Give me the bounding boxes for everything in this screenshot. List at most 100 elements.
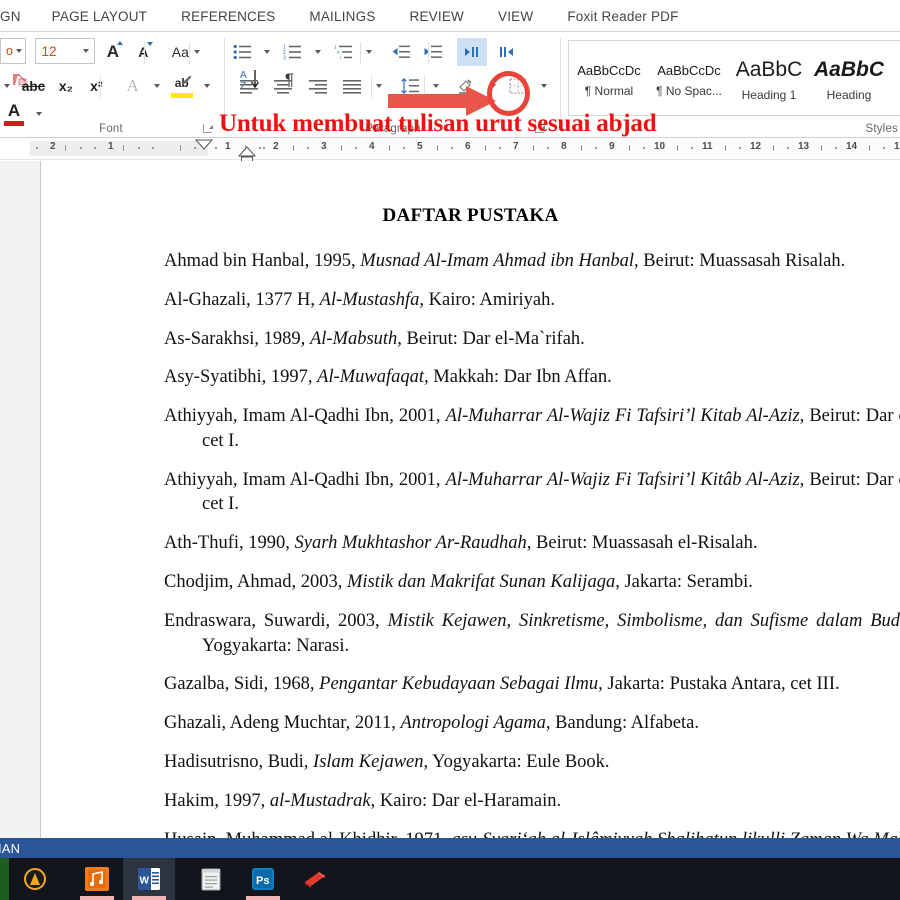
entry-title-italic: Mistik dan Makrifat Sunan Kalijaga,: [346, 572, 620, 593]
chevron-down-icon: [83, 49, 90, 53]
document-page[interactable]: DAFTAR PUSTAKA Ahmad bin Hanbal, 1995, M…: [40, 161, 900, 838]
highlight-color-swatch: [170, 93, 193, 98]
bibliography-entry: Gazalba, Sidi, 1968, Pengantar Kebudayaa…: [164, 672, 900, 697]
word-icon: W: [138, 868, 160, 890]
left-to-right-button[interactable]: [456, 38, 487, 66]
svg-text:i: i: [340, 55, 341, 60]
align-left-button[interactable]: [234, 72, 264, 100]
font-group-label: Font: [99, 123, 123, 135]
increase-indent-button[interactable]: [419, 38, 447, 66]
font-group: o 12 A A Aa: [0, 32, 222, 138]
tab-references[interactable]: REFERENCES: [164, 9, 292, 31]
font-name-combo[interactable]: o: [0, 38, 26, 64]
borders-dropdown[interactable]: [537, 72, 551, 100]
justify-dropdown[interactable]: [372, 72, 386, 100]
entry-title-italic: Al-Muwafaqat,: [317, 367, 429, 388]
chevron-down-icon: [4, 84, 10, 88]
change-case-button[interactable]: Aa: [167, 38, 205, 66]
taskbar-item-word[interactable]: W: [123, 858, 175, 900]
strikethrough-button[interactable]: abc: [18, 72, 48, 100]
decrease-indent-icon: [392, 45, 410, 58]
svg-text:Ps: Ps: [256, 875, 269, 887]
chevron-down-icon: [366, 50, 373, 54]
font-dialog-launcher[interactable]: [203, 124, 213, 133]
ruler-tick-8: 8: [561, 141, 567, 152]
media-player-icon: [85, 867, 109, 891]
tab-review[interactable]: REVIEW: [393, 9, 481, 31]
subscript-label: x₂: [58, 78, 73, 94]
bibliography-entry: Athiyyah, Imam Al-Qadhi Ibn, 2001, Al-Mu…: [164, 468, 900, 518]
entry-text: , Beirut: Muassasah Risalah.: [634, 251, 846, 271]
tab-foxit-reader-pdf[interactable]: Foxit Reader PDF: [550, 9, 695, 31]
ruler-text-area: [208, 141, 900, 156]
entry-text: As-Sarakhsi, 1989,: [164, 328, 310, 349]
taskbar-item-photoshop[interactable]: Ps: [237, 858, 289, 900]
taskbar-item-avast[interactable]: [9, 858, 61, 900]
text-effects-dropdown[interactable]: [150, 72, 163, 100]
numbering-icon: 1 2 3: [283, 44, 302, 60]
entry-text: Makkah: Dar Ibn Affan.: [428, 367, 612, 388]
taskbar-item-notepad[interactable]: [185, 858, 237, 900]
taskbar-item-media-player[interactable]: [71, 858, 123, 900]
numbering-dropdown[interactable]: [311, 38, 325, 66]
ruler-tick-7: 7: [513, 141, 519, 152]
entry-title-italic: Musnad Al-Imam Ahmad ibn Hanbal: [360, 251, 635, 271]
divider: [360, 42, 361, 64]
divider: [428, 42, 429, 64]
entry-title-italic: Mistik Kejawen, Sinkretisme, Simbolisme,…: [387, 610, 900, 631]
notepad-icon: [201, 868, 221, 891]
tab-design[interactable]: GN: [0, 9, 35, 31]
bibliography-entry: Chodjim, Ahmad, 2003, Mistik dan Makrifa…: [164, 570, 900, 595]
align-left-icon: [240, 79, 258, 94]
right-to-left-button[interactable]: [491, 38, 521, 66]
svg-text:3: 3: [283, 55, 286, 60]
align-right-button[interactable]: [303, 72, 333, 100]
align-center-button[interactable]: [268, 72, 298, 100]
pen-icon: [181, 75, 192, 85]
document-area[interactable]: DAFTAR PUSTAKA Ahmad bin Hanbal, 1995, M…: [0, 161, 900, 838]
entry-title-italic: asy-Syari‘ah al-Islâmiyyah Shalihatun li…: [452, 830, 900, 839]
ruler-tick-1: 1: [225, 141, 231, 152]
ruler-tick-9: 9: [609, 141, 615, 152]
first-line-indent-marker[interactable]: [195, 139, 213, 150]
tab-view[interactable]: VIEW: [481, 9, 550, 31]
tab-mailings[interactable]: MAILINGS: [292, 9, 392, 31]
ruler-tick-2l: 2: [50, 141, 56, 152]
text-effects-button[interactable]: A: [120, 72, 146, 100]
entry-text: Ath-Thufi, 1990,: [164, 533, 295, 554]
entry-title-italic: Pengantar Kebudayaan Sebagai Ilmu,: [319, 674, 603, 695]
photoshop-icon: Ps: [252, 868, 274, 890]
taskbar-item-pdf-reader[interactable]: [289, 858, 341, 900]
change-case-label: Aa: [171, 44, 189, 60]
bibliography-entry: Ahmad bin Hanbal, 1995, Musnad Al-Imam A…: [164, 249, 900, 274]
align-right-icon: [308, 79, 327, 94]
chevron-down-icon: [264, 50, 271, 54]
multilevel-list-dropdown[interactable]: [362, 38, 376, 66]
ruler-tick-10: 10: [654, 141, 666, 152]
ruler-tick-2: 2: [273, 141, 279, 152]
bullets-button[interactable]: [228, 38, 256, 66]
bibliography-entry: Endraswara, Suwardi, 2003, Mistik Kejawe…: [164, 609, 900, 659]
superscript-button[interactable]: x²: [83, 72, 109, 100]
font-size-combo[interactable]: 12: [35, 38, 96, 64]
taskbar: W Ps: [0, 858, 900, 900]
tab-page-layout[interactable]: PAGE LAYOUT: [35, 9, 164, 31]
entry-text: Al-Ghazali, 1377 H,: [164, 289, 320, 310]
highlight-dropdown[interactable]: [200, 72, 213, 100]
decrease-indent-button[interactable]: [387, 38, 415, 66]
bullets-dropdown[interactable]: [260, 38, 274, 66]
subscript-button[interactable]: x₂: [53, 72, 79, 100]
highlight-button[interactable]: ab: [168, 72, 196, 100]
horizontal-ruler[interactable]: 2 1 1 2 3 4 5 6 7 8 9 10 11 12 13 14 15: [30, 139, 900, 167]
numbering-button[interactable]: 1 2 3: [279, 38, 307, 66]
grow-font-button[interactable]: A: [100, 38, 126, 66]
justify-button[interactable]: [337, 72, 367, 100]
underline-dropdown[interactable]: [0, 72, 14, 100]
entry-title-italic: Al-Muharrar Al-Wajiz Fi Tafsiri’l Kitab …: [445, 406, 800, 427]
ruler-tick-14: 14: [846, 141, 858, 152]
entry-text: Asy-Syatibhi, 1997,: [164, 367, 318, 388]
multilevel-list-button[interactable]: 1 a i: [330, 38, 358, 66]
chevron-down-icon: [203, 84, 210, 88]
text-effects-label: A: [126, 76, 139, 95]
strikethrough-label: abc: [21, 78, 46, 94]
